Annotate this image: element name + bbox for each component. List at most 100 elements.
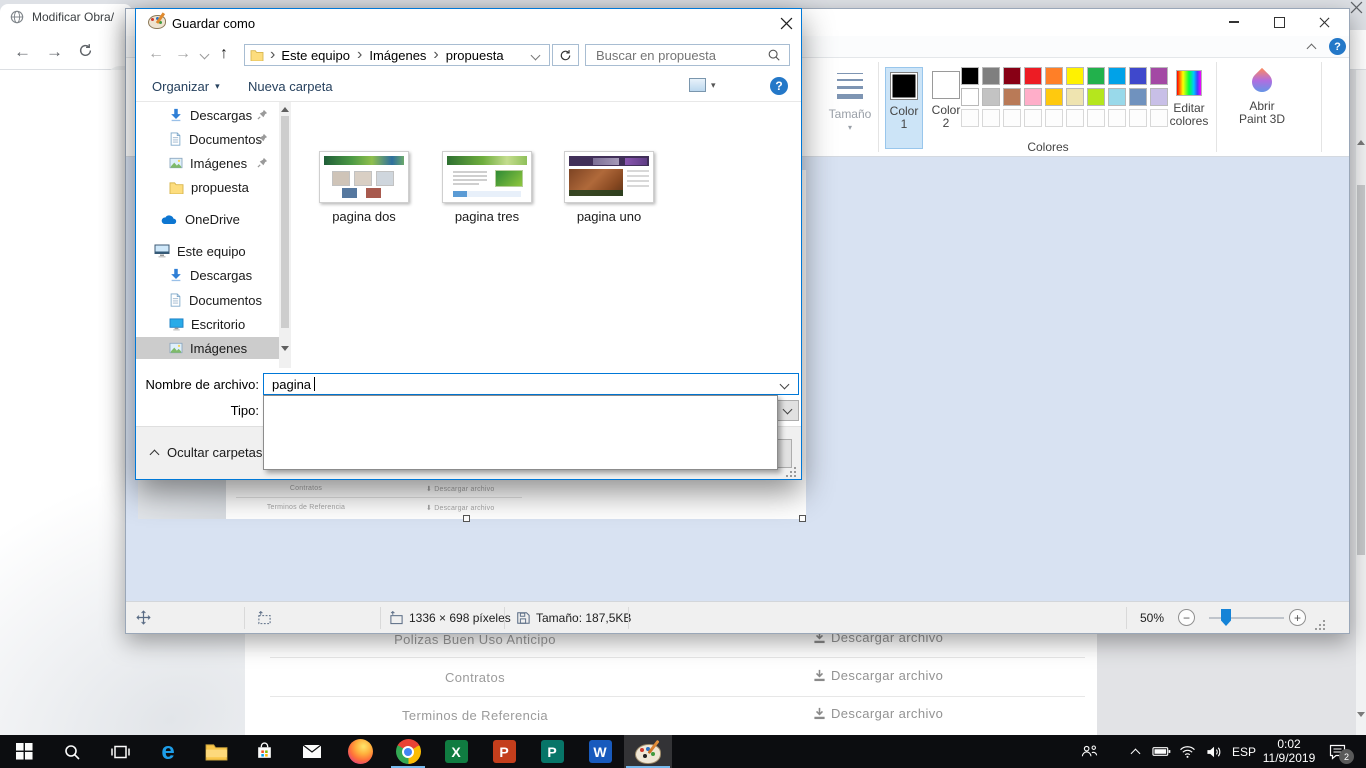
maximize-button[interactable] <box>1259 9 1299 35</box>
canvas-resize-handle-bottom[interactable] <box>463 515 470 522</box>
taskbar-chrome[interactable] <box>384 735 432 768</box>
tray-volume[interactable] <box>1200 735 1228 768</box>
sidebar-item-escritorio[interactable]: Escritorio <box>136 313 279 335</box>
palette-swatch[interactable] <box>982 67 1000 85</box>
zoom-out-button[interactable]: − <box>1178 609 1195 626</box>
nav-forward-icon[interactable]: → <box>175 45 191 63</box>
sidebar-item-onedrive[interactable]: OneDrive <box>136 208 279 230</box>
nav-back-icon[interactable]: ← <box>148 45 164 63</box>
scroll-down-icon[interactable] <box>281 346 289 351</box>
taskbar-file-explorer[interactable] <box>192 735 240 768</box>
change-view-button[interactable]: ▾ <box>689 78 716 92</box>
search-input[interactable] <box>594 47 758 64</box>
sidebar-item-imagenes[interactable]: Imágenes <box>136 152 279 174</box>
palette-swatch[interactable] <box>1087 88 1105 106</box>
zoom-slider-thumb[interactable] <box>1221 609 1231 626</box>
file-thumbnail[interactable] <box>319 151 409 203</box>
open-paint3d-button[interactable]: AbrirPaint 3D <box>1231 67 1293 149</box>
browser-close-icon[interactable] <box>1350 1 1363 14</box>
task-view-button[interactable] <box>96 735 144 768</box>
breadcrumb[interactable]: › Este equipo › Imágenes › propuesta <box>244 44 550 66</box>
palette-swatch[interactable] <box>1003 67 1021 85</box>
save-button-fragment[interactable] <box>778 439 792 468</box>
taskbar-firefox[interactable] <box>336 735 384 768</box>
filetype-dropdown-list[interactable] <box>263 395 778 470</box>
breadcrumb-item[interactable]: propuesta <box>446 48 504 63</box>
tray-battery[interactable] <box>1148 735 1174 768</box>
tray-clock[interactable]: 0:02 11/9/2019 <box>1258 737 1320 766</box>
taskbar-word[interactable]: W <box>576 735 624 768</box>
resize-grip[interactable] <box>1315 620 1325 630</box>
start-button[interactable] <box>0 735 48 768</box>
zoom-in-button[interactable]: + <box>1289 609 1306 626</box>
sidebar-scrollbar-thumb[interactable] <box>281 116 289 328</box>
canvas-resize-handle-corner[interactable] <box>799 515 806 522</box>
refresh-button[interactable] <box>552 44 579 66</box>
taskbar-store[interactable] <box>240 735 288 768</box>
scroll-down-icon[interactable] <box>1357 712 1365 717</box>
color2-button[interactable]: Color2 <box>927 67 965 149</box>
filename-input[interactable]: pagina <box>263 373 799 395</box>
back-icon[interactable]: ← <box>14 42 31 62</box>
tray-hidden-icons[interactable] <box>1122 735 1148 768</box>
filetype-dropdown-button[interactable] <box>775 400 799 421</box>
palette-swatch[interactable] <box>961 88 979 106</box>
color1-button[interactable]: Color1 <box>885 67 923 149</box>
breadcrumb-dropdown-icon[interactable] <box>531 51 541 61</box>
taskbar-edge[interactable]: e <box>144 735 192 768</box>
minimize-button[interactable] <box>1214 9 1254 35</box>
taskbar-powerpoint[interactable]: P <box>480 735 528 768</box>
file-thumbnail[interactable] <box>442 151 532 203</box>
dialog-close-icon[interactable] <box>774 13 798 33</box>
palette-swatch[interactable] <box>1129 67 1147 85</box>
organize-menu[interactable]: Organizar▾ <box>152 79 220 94</box>
palette-swatch[interactable] <box>1024 88 1042 106</box>
palette-swatch-empty[interactable] <box>1045 109 1063 127</box>
taskbar-mail[interactable] <box>288 735 336 768</box>
edit-colors-button[interactable]: Editarcolores <box>1169 67 1209 149</box>
palette-swatch[interactable] <box>1066 67 1084 85</box>
search-box[interactable] <box>585 44 790 66</box>
browser-scrollbar[interactable] <box>1356 70 1366 735</box>
palette-swatch-empty[interactable] <box>1066 109 1084 127</box>
sidebar-item-descargas-pc[interactable]: Descargas <box>136 264 279 286</box>
palette-swatch-empty[interactable] <box>1024 109 1042 127</box>
breadcrumb-item[interactable]: Imágenes <box>369 48 426 63</box>
help-icon[interactable]: ? <box>770 77 788 95</box>
size-button[interactable]: Tamaño ▾ <box>827 67 873 149</box>
palette-swatch[interactable] <box>982 88 1000 106</box>
search-icon[interactable] <box>767 48 781 62</box>
taskbar-publisher[interactable]: P <box>528 735 576 768</box>
dialog-resize-grip[interactable] <box>786 467 796 477</box>
help-icon[interactable]: ? <box>1329 38 1346 55</box>
file-thumbnail[interactable] <box>564 151 654 203</box>
nav-history-icon[interactable] <box>200 50 210 60</box>
palette-swatch-empty[interactable] <box>961 109 979 127</box>
tray-wifi[interactable] <box>1174 735 1200 768</box>
tray-people[interactable] <box>1076 735 1102 768</box>
palette-swatch-empty[interactable] <box>1129 109 1147 127</box>
filename-dropdown-icon[interactable] <box>780 380 790 390</box>
palette-swatch-empty[interactable] <box>982 109 1000 127</box>
download-link[interactable]: Descargar archivo <box>813 706 943 721</box>
sidebar-item-descargas[interactable]: Descargas <box>136 104 279 126</box>
palette-swatch[interactable] <box>1150 88 1168 106</box>
browser-scrollbar-thumb[interactable] <box>1357 185 1365 555</box>
palette-swatch[interactable] <box>1129 88 1147 106</box>
palette-swatch[interactable] <box>1003 88 1021 106</box>
reload-icon[interactable] <box>78 43 93 58</box>
taskbar-search-button[interactable] <box>48 735 96 768</box>
sidebar-item-este-equipo[interactable]: Este equipo <box>136 240 279 262</box>
download-link[interactable]: Descargar archivo <box>813 668 943 683</box>
palette-swatch[interactable] <box>1045 88 1063 106</box>
taskbar-excel[interactable]: X <box>432 735 480 768</box>
close-button[interactable] <box>1304 9 1344 35</box>
forward-icon[interactable]: → <box>46 42 63 62</box>
palette-swatch[interactable] <box>1108 67 1126 85</box>
palette-swatch-empty[interactable] <box>1003 109 1021 127</box>
collapse-ribbon-icon[interactable] <box>1307 44 1317 54</box>
palette-swatch[interactable] <box>1150 67 1168 85</box>
scroll-up-icon[interactable] <box>281 107 289 112</box>
breadcrumb-item[interactable]: Este equipo <box>281 48 350 63</box>
scroll-up-icon[interactable] <box>1357 140 1365 145</box>
